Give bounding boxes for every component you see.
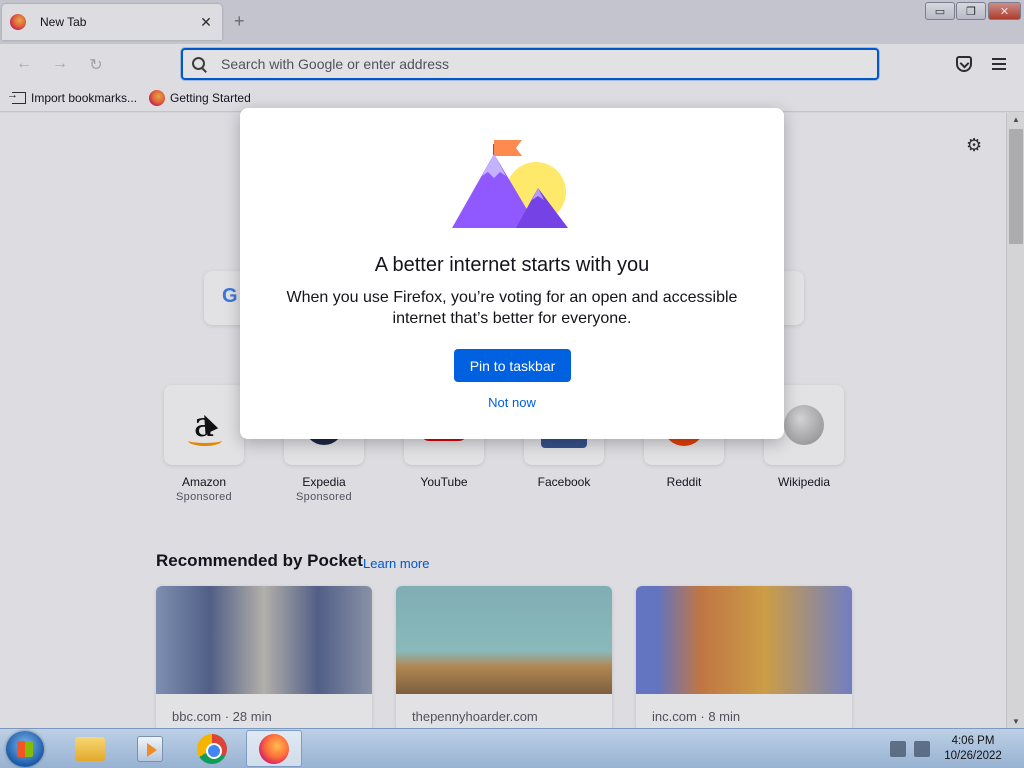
windows-taskbar: 4:06 PM 10/26/2022: [0, 728, 1024, 768]
system-tray: [890, 741, 930, 757]
volume-icon[interactable]: [914, 741, 930, 757]
dialog-title: A better internet starts with you: [374, 254, 650, 276]
mountain-flag-illustration-icon: [452, 140, 568, 228]
taskbar-chrome[interactable]: [184, 730, 240, 767]
taskbar-media-player[interactable]: [122, 730, 178, 767]
not-now-button[interactable]: Not now: [462, 395, 562, 410]
clock-date: 10/26/2022: [944, 750, 1002, 762]
firefox-icon: [259, 733, 289, 764]
start-button[interactable]: [6, 731, 44, 767]
chrome-icon: [197, 733, 227, 764]
media-player-icon: [137, 735, 163, 762]
taskbar-file-explorer[interactable]: [62, 730, 118, 767]
folder-icon: [75, 736, 105, 761]
pin-to-taskbar-button[interactable]: Pin to taskbar: [454, 349, 571, 382]
pin-firefox-dialog: A better internet starts with you When y…: [240, 108, 784, 439]
taskbar-clock[interactable]: 4:06 PM 10/26/2022: [936, 734, 1010, 764]
network-icon[interactable]: [890, 741, 906, 757]
taskbar-firefox[interactable]: [246, 730, 302, 767]
clock-time: 4:06 PM: [951, 735, 995, 747]
dialog-body: When you use Firefox, you’re voting for …: [286, 289, 738, 327]
